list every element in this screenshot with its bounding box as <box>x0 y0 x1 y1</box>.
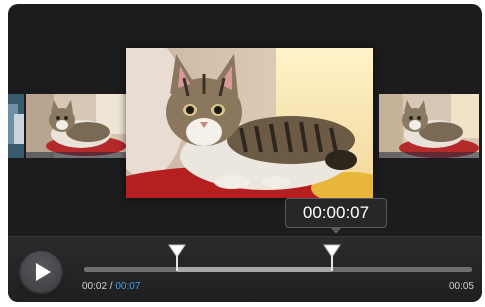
trim-handle-icon <box>323 244 342 271</box>
elapsed-time-readout: 00:02 / 00:07 <box>82 281 140 292</box>
total-time: 00:05 <box>448 281 474 292</box>
playback-control-bar: 00:02 / 00:07 00:05 <box>8 236 482 302</box>
trim-handle-icon <box>168 244 187 271</box>
play-icon <box>36 263 51 281</box>
trim-end-handle[interactable] <box>323 243 342 271</box>
filmstrip-frame-edge[interactable] <box>8 94 24 158</box>
playhead-time-bubble: 00:00:07 <box>285 198 387 234</box>
timeline-selected-range <box>177 267 333 272</box>
current-time: 00:02 <box>82 281 108 292</box>
current-video-frame <box>126 48 373 198</box>
filmstrip-frame-next[interactable] <box>379 94 479 158</box>
selected-time: 00:07 <box>115 281 141 292</box>
play-button[interactable] <box>20 251 62 293</box>
filmstrip-frame-previous[interactable] <box>26 94 126 158</box>
trim-start-handle[interactable] <box>168 243 187 271</box>
video-trim-screen: 00:00:07 00:02 / 00:07 00:05 <box>8 4 482 302</box>
filmstrip <box>8 4 482 224</box>
